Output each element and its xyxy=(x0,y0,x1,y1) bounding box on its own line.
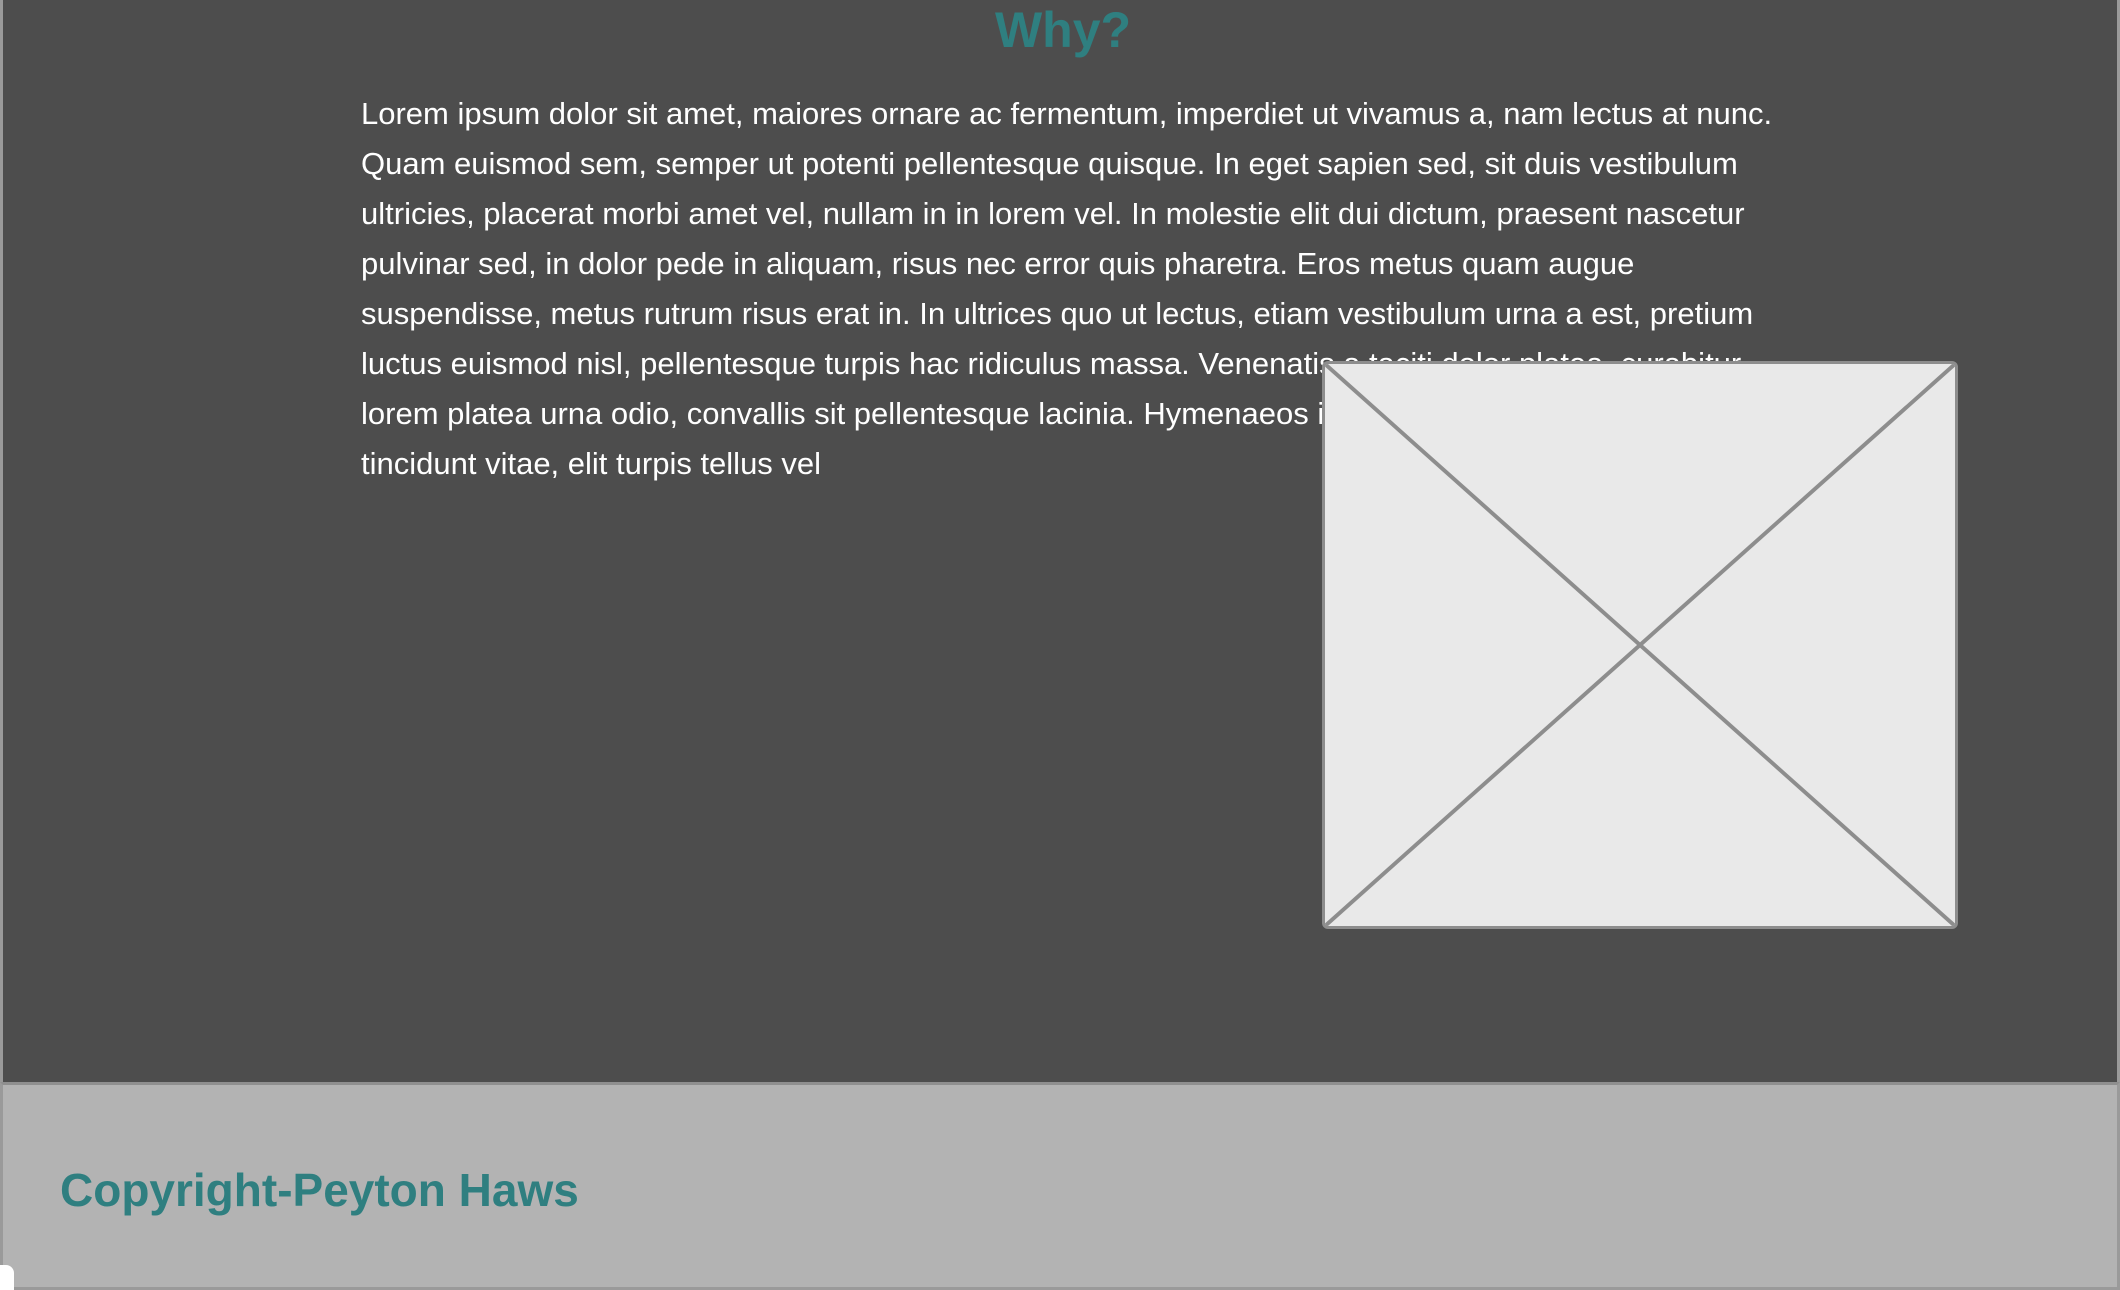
main-content: Why? Lorem ipsum dolor sit amet, maiores… xyxy=(0,0,2120,1082)
copyright-text: Copyright-Peyton Haws xyxy=(60,1164,579,1216)
image-placeholder-icon xyxy=(1325,364,1955,926)
page-title: Why? xyxy=(994,2,1132,58)
image-placeholder xyxy=(1322,361,1958,929)
footer: Copyright-Peyton Haws xyxy=(0,1082,2120,1290)
corner-mark xyxy=(0,1265,14,1290)
